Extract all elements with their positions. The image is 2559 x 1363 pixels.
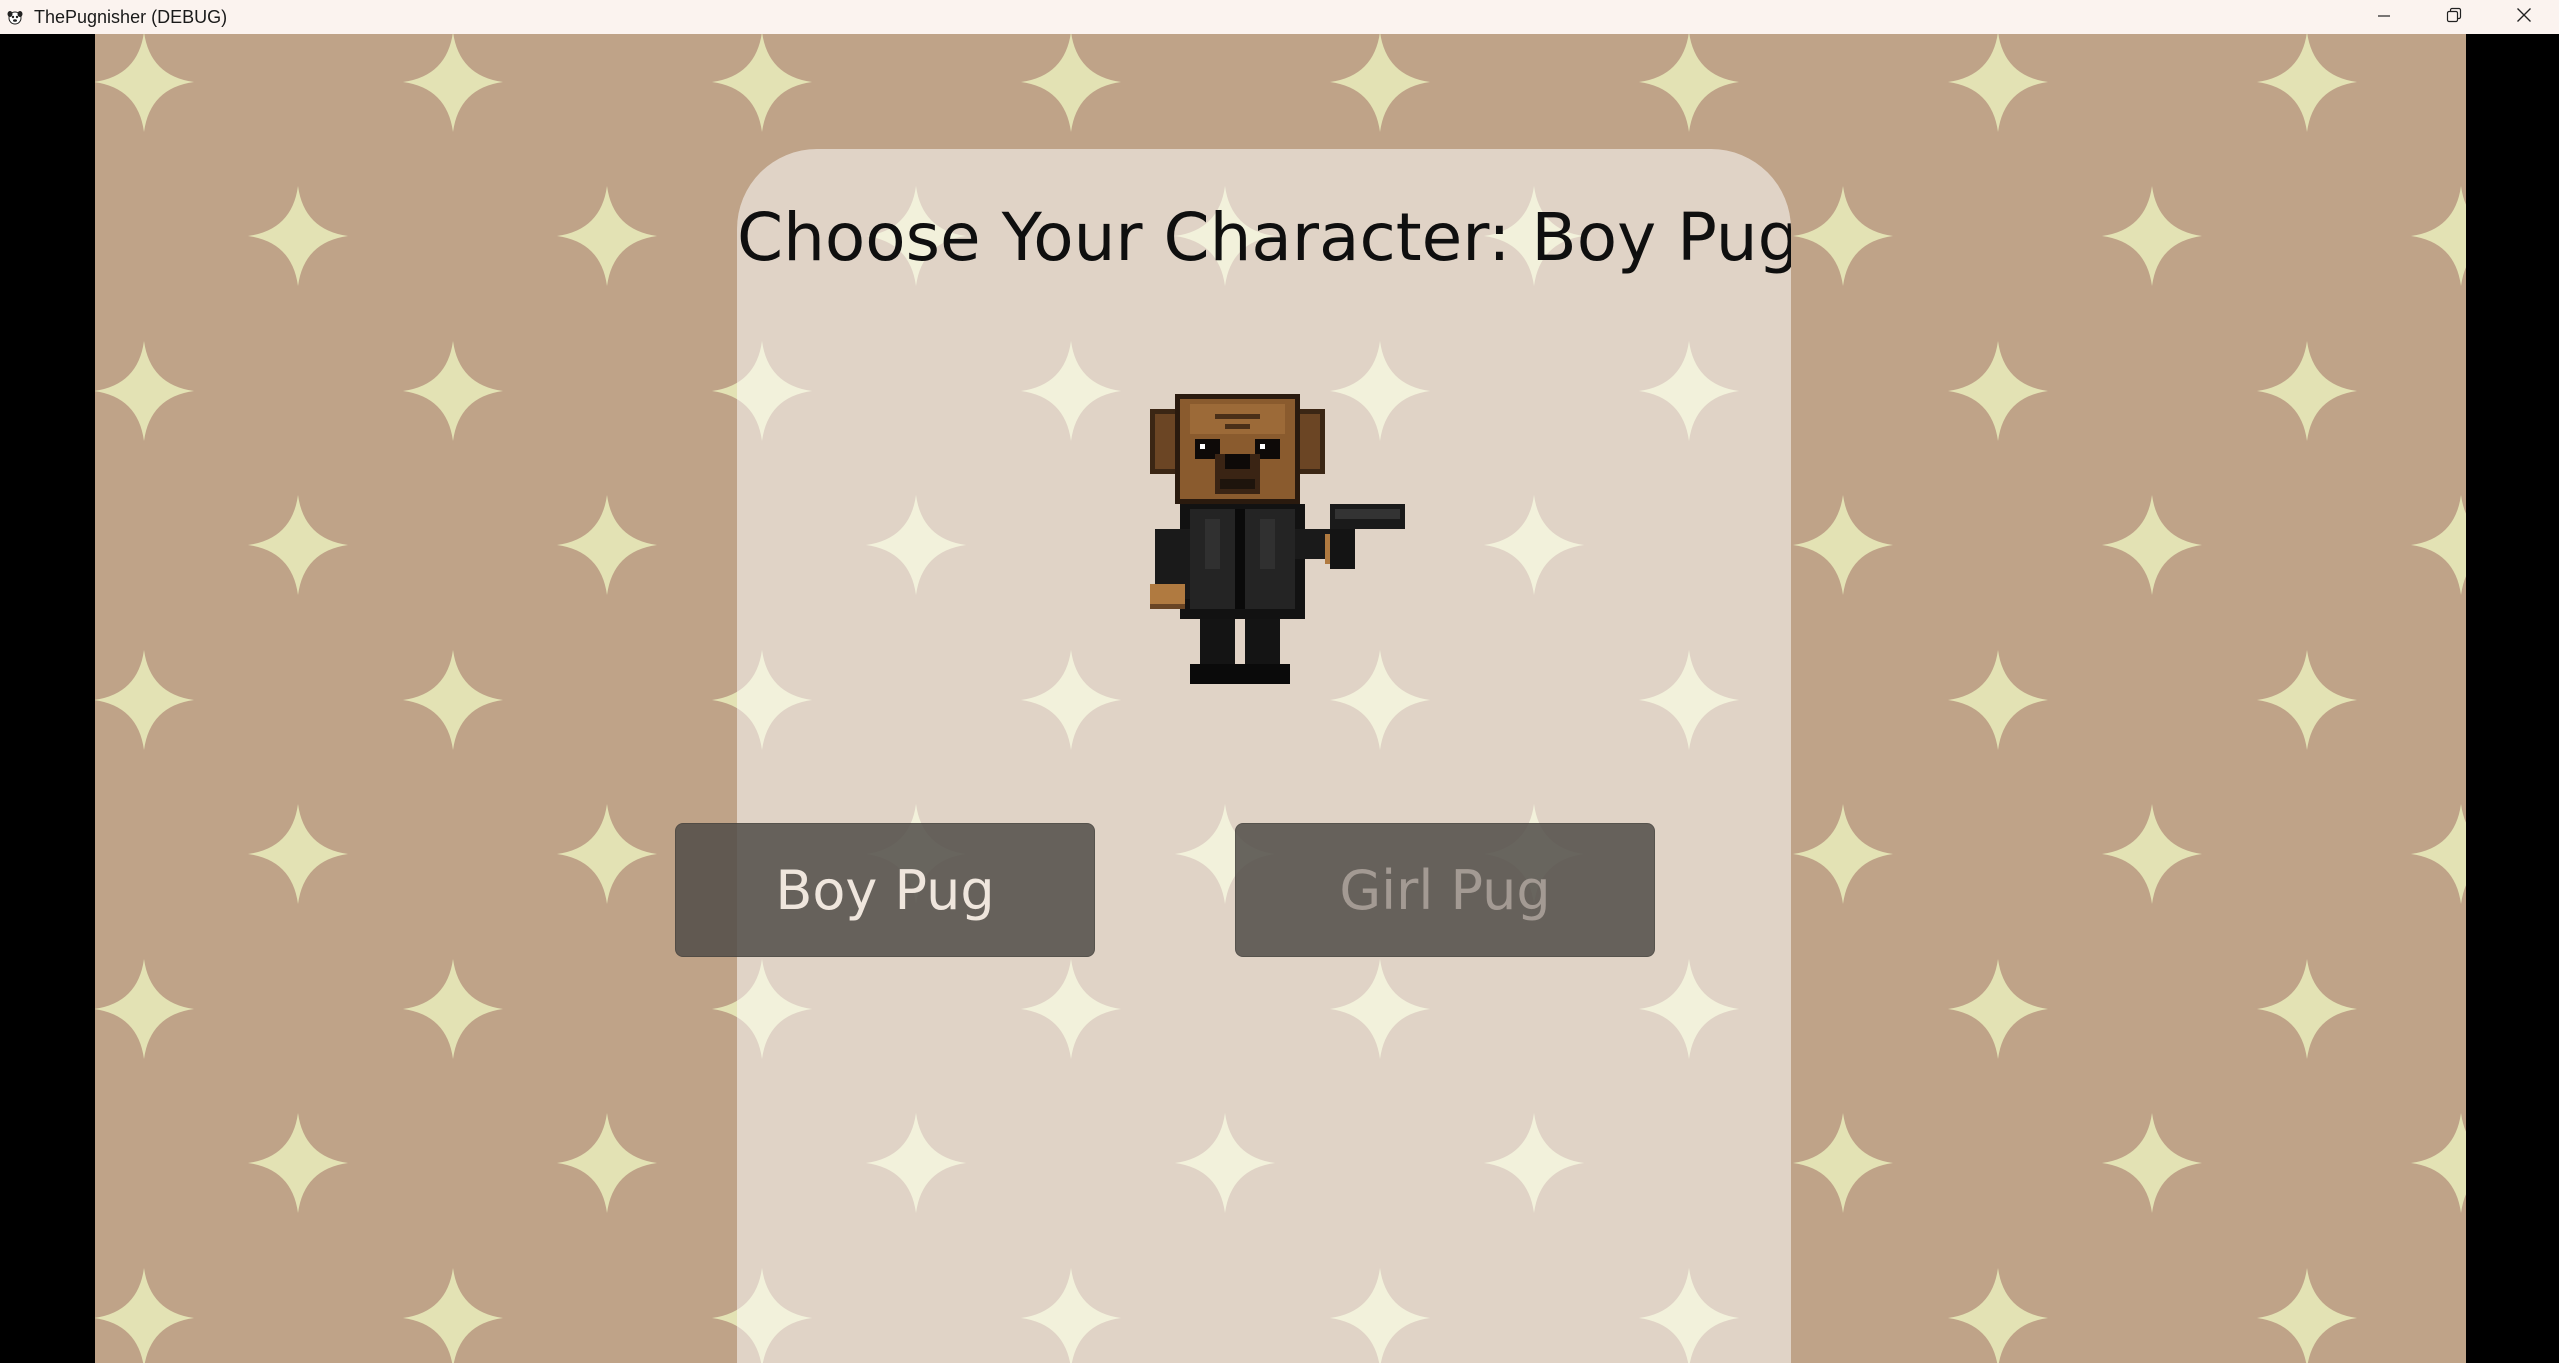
game-viewport: Choose Your Character: Boy Pug	[95, 34, 2466, 1363]
restore-icon	[2446, 7, 2462, 27]
minimize-icon	[2377, 8, 2391, 27]
window-titlebar: ThePugnisher (DEBUG)	[0, 0, 2559, 34]
close-button[interactable]	[2489, 0, 2559, 34]
pug-face-icon	[6, 8, 24, 26]
restore-button[interactable]	[2419, 0, 2489, 34]
boy-pug-button[interactable]: Boy Pug	[675, 823, 1095, 957]
page-title: Choose Your Character: Boy Pug	[737, 199, 1791, 276]
girl-pug-button[interactable]: Girl Pug	[1235, 823, 1655, 957]
window-controls	[2349, 0, 2559, 34]
character-select-panel: Choose Your Character: Boy Pug	[737, 149, 1791, 1363]
close-icon	[2516, 7, 2532, 27]
window-title: ThePugnisher (DEBUG)	[34, 6, 228, 27]
minimize-button[interactable]	[2349, 0, 2419, 34]
pug-with-pistol-sprite	[1140, 379, 1470, 713]
